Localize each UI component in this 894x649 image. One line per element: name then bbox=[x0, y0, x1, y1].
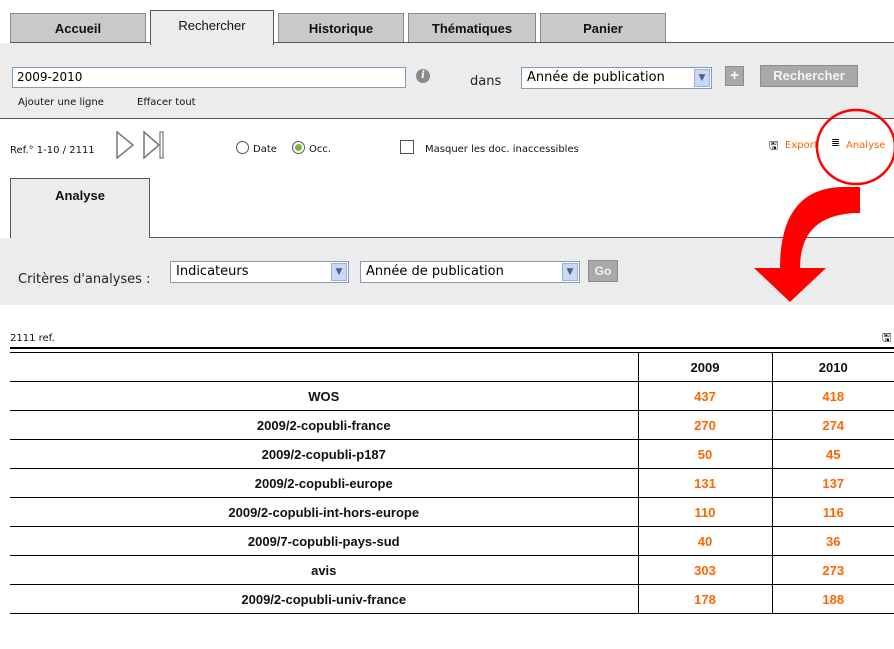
value-2009[interactable]: 50 bbox=[638, 439, 773, 469]
header-2010: 2010 bbox=[772, 352, 894, 382]
tab-analyse[interactable]: Analyse bbox=[10, 178, 150, 238]
value-2010[interactable]: 188 bbox=[772, 584, 894, 614]
tab-panier[interactable]: Panier bbox=[540, 13, 666, 42]
value-2010[interactable]: 116 bbox=[772, 497, 894, 527]
value-2010[interactable]: 274 bbox=[772, 410, 894, 440]
table-header-row: 2009 2010 bbox=[10, 352, 894, 382]
criteria-label: Critères d'analyses : bbox=[18, 272, 151, 287]
floppy-disk-icon[interactable]: 🖫 bbox=[882, 329, 891, 348]
value-2010[interactable]: 45 bbox=[772, 439, 894, 469]
sort-occ-radio[interactable] bbox=[292, 141, 305, 154]
table-row: 2009/2-copubli-p187 50 45 bbox=[10, 439, 894, 469]
value-2009[interactable]: 110 bbox=[638, 497, 773, 527]
tab-rechercher[interactable]: Rechercher bbox=[150, 10, 274, 45]
value-2010[interactable]: 137 bbox=[772, 468, 894, 498]
row-label: 2009/7-copubli-pays-sud bbox=[10, 526, 639, 556]
search-button[interactable]: Rechercher bbox=[760, 65, 858, 87]
ref-count: 2111 ref. bbox=[10, 333, 55, 344]
value-2010[interactable]: 36 bbox=[772, 526, 894, 556]
header-2009: 2009 bbox=[638, 352, 773, 382]
row-label: WOS bbox=[10, 381, 639, 411]
hide-inaccessible-checkbox[interactable] bbox=[400, 140, 414, 154]
analyse-field-select[interactable]: Année de publication ▼ bbox=[360, 261, 580, 283]
search-field-select[interactable]: Année de publication ▼ bbox=[521, 67, 712, 89]
value-2009[interactable]: 131 bbox=[638, 468, 773, 498]
value-2009[interactable]: 270 bbox=[638, 410, 773, 440]
criteria-select-value: Indicateurs bbox=[176, 264, 249, 279]
row-label: 2009/2-copubli-univ-france bbox=[10, 584, 639, 614]
row-label: 2009/2-copubli-int-hors-europe bbox=[10, 497, 639, 527]
header-label-cell bbox=[10, 352, 639, 382]
table-row: 2009/2-copubli-europe 131 137 bbox=[10, 468, 894, 498]
table-top-rule bbox=[10, 347, 894, 349]
analysis-table: 2009 2010 WOS 437 418 2009/2-copubli-france… bbox=[10, 352, 894, 614]
value-2009[interactable]: 303 bbox=[638, 555, 773, 585]
sort-occ-label: Occ. bbox=[309, 144, 332, 155]
table-row: avis 303 273 bbox=[10, 555, 894, 585]
row-label: 2009/2-copubli-europe bbox=[10, 468, 639, 498]
search-field-select-value: Année de publication bbox=[527, 70, 665, 85]
next-page-icon[interactable] bbox=[114, 131, 136, 159]
chevron-down-icon[interactable]: ▼ bbox=[562, 263, 578, 281]
criteria-select[interactable]: Indicateurs ▼ bbox=[170, 261, 349, 283]
clear-all-link[interactable]: Effacer tout bbox=[137, 97, 196, 108]
tab-thematiques[interactable]: Thématiques bbox=[408, 13, 536, 42]
table-row: 2009/2-copubli-int-hors-europe 110 116 bbox=[10, 497, 894, 527]
go-button[interactable]: Go bbox=[588, 260, 618, 282]
value-2009[interactable]: 40 bbox=[638, 526, 773, 556]
export-link[interactable]: Export bbox=[785, 140, 818, 151]
search-input[interactable]: 2009-2010 bbox=[12, 67, 406, 88]
tab-accueil[interactable]: Accueil bbox=[10, 13, 146, 42]
tab-historique[interactable]: Historique bbox=[278, 13, 404, 42]
add-line-link[interactable]: Ajouter une ligne bbox=[18, 97, 104, 108]
table-row: WOS 437 418 bbox=[10, 381, 894, 411]
value-2009[interactable]: 178 bbox=[638, 584, 773, 614]
info-icon[interactable]: i bbox=[416, 69, 430, 83]
last-page-icon[interactable] bbox=[141, 131, 167, 159]
sort-date-label: Date bbox=[253, 144, 277, 155]
ref-range: Ref.° 1-10 / 2111 bbox=[10, 145, 95, 156]
floppy-disk-icon: 🖫 bbox=[769, 140, 779, 152]
table-row: 2009/7-copubli-pays-sud 40 36 bbox=[10, 526, 894, 556]
value-2009[interactable]: 437 bbox=[638, 381, 773, 411]
chevron-down-icon[interactable]: ▼ bbox=[694, 69, 710, 87]
main-tabs: Accueil Rechercher Historique Thématique… bbox=[0, 0, 894, 45]
list-lines-icon: ≣ bbox=[831, 137, 841, 149]
dans-label: dans bbox=[470, 74, 502, 89]
analyse-link[interactable]: Analyse bbox=[846, 140, 894, 151]
hide-inaccessible-label: Masquer les doc. inaccessibles bbox=[425, 144, 579, 155]
table-row: 2009/2-copubli-france 270 274 bbox=[10, 410, 894, 440]
value-2010[interactable]: 418 bbox=[772, 381, 894, 411]
sort-date-radio[interactable] bbox=[236, 141, 249, 154]
row-label: 2009/2-copubli-p187 bbox=[10, 439, 639, 469]
analyse-field-select-value: Année de publication bbox=[366, 264, 504, 279]
add-criterion-button[interactable]: + bbox=[725, 66, 744, 86]
value-2010[interactable]: 273 bbox=[772, 555, 894, 585]
search-panel: 2009-2010 i dans Année de publication ▼ … bbox=[0, 43, 894, 119]
row-label: avis bbox=[10, 555, 639, 585]
chevron-down-icon[interactable]: ▼ bbox=[331, 263, 347, 281]
row-label: 2009/2-copubli-france bbox=[10, 410, 639, 440]
table-row: 2009/2-copubli-univ-france 178 188 bbox=[10, 584, 894, 614]
